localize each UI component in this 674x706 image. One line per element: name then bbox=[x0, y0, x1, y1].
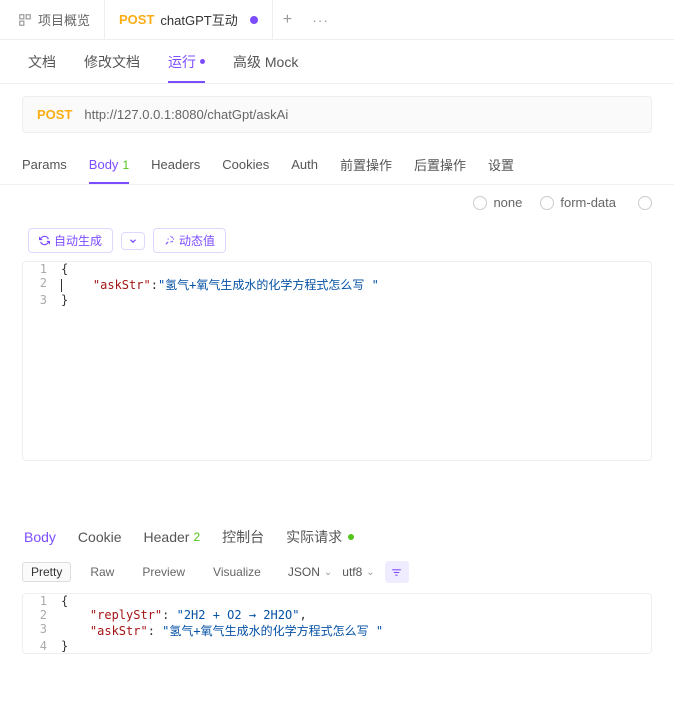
filter-icon bbox=[390, 566, 403, 579]
refresh-icon bbox=[39, 235, 50, 246]
tab-project-overview[interactable]: 项目概览 bbox=[4, 0, 104, 39]
top-tab-bar: 项目概览 POST chatGPT互动 + ··· bbox=[0, 0, 674, 40]
magic-icon bbox=[164, 235, 175, 246]
request-body-editor[interactable]: 1 { 2 "askStr":"氢气+氧气生成水的化学方程式怎么写 " 3 } bbox=[22, 261, 652, 461]
view-visualize-button[interactable]: Visualize bbox=[204, 562, 270, 582]
reqtab-headers[interactable]: Headers bbox=[151, 145, 200, 184]
filter-button[interactable] bbox=[385, 561, 409, 583]
resptab-body[interactable]: Body bbox=[24, 529, 56, 545]
subnav-mock[interactable]: 高级 Mock bbox=[233, 40, 298, 83]
format-select[interactable]: JSON ⌄ bbox=[288, 565, 332, 579]
more-tabs-button[interactable]: ··· bbox=[302, 12, 339, 28]
subnav-run[interactable]: 运行 bbox=[168, 40, 205, 83]
chevron-down-icon: ⌄ bbox=[366, 567, 374, 578]
reqtab-settings[interactable]: 设置 bbox=[488, 145, 514, 184]
radio-icon bbox=[540, 196, 554, 210]
chevron-down-icon: ⌄ bbox=[324, 567, 332, 578]
tab-api-name: chatGPT互动 bbox=[160, 10, 237, 29]
resptab-header[interactable]: Header 2 bbox=[144, 529, 201, 545]
view-preview-button[interactable]: Preview bbox=[133, 562, 194, 582]
response-tabs: Body Cookie Header 2 控制台 实际请求 bbox=[0, 519, 674, 555]
radio-icon bbox=[473, 196, 487, 210]
url-method: POST bbox=[37, 107, 72, 122]
url-bar[interactable]: POST http://127.0.0.1:8080/chatGpt/askAi bbox=[22, 96, 652, 133]
response-view-controls: Pretty Raw Preview Visualize JSON ⌄ utf8… bbox=[0, 555, 674, 589]
actual-status-dot-icon bbox=[348, 534, 354, 540]
resptab-cookie[interactable]: Cookie bbox=[78, 529, 122, 545]
reqtab-cookies[interactable]: Cookies bbox=[222, 145, 269, 184]
reqtab-auth[interactable]: Auth bbox=[291, 145, 318, 184]
resptab-console[interactable]: 控制台 bbox=[222, 527, 264, 547]
subnav-doc[interactable]: 文档 bbox=[28, 40, 56, 83]
add-tab-button[interactable]: + bbox=[273, 11, 302, 29]
request-tabs: Params Body 1 Headers Cookies Auth 前置操作 … bbox=[0, 145, 674, 185]
url-input[interactable]: http://127.0.0.1:8080/chatGpt/askAi bbox=[84, 107, 288, 122]
body-count-badge: 1 bbox=[122, 158, 129, 172]
resptab-actual-request[interactable]: 实际请求 bbox=[286, 527, 354, 547]
body-type-selector: none form-data bbox=[0, 185, 674, 220]
tab-api-active[interactable]: POST chatGPT互动 bbox=[104, 0, 273, 39]
dynamic-value-button[interactable]: 动态值 bbox=[153, 228, 226, 253]
radio-form-data[interactable]: form-data bbox=[540, 195, 616, 210]
chevron-down-icon bbox=[128, 236, 138, 246]
header-count-badge: 2 bbox=[193, 530, 200, 544]
response-body-viewer[interactable]: 1 { 2 "replyStr": "2H2 + O2 → 2H2O", 3 "… bbox=[22, 593, 652, 654]
document-sub-nav: 文档 修改文档 运行 高级 Mock bbox=[0, 40, 674, 84]
modified-indicator-icon bbox=[250, 16, 258, 24]
auto-generate-button[interactable]: 自动生成 bbox=[28, 228, 113, 253]
auto-generate-dropdown[interactable] bbox=[121, 232, 145, 250]
tab-overview-label: 项目概览 bbox=[38, 10, 90, 29]
reqtab-params[interactable]: Params bbox=[22, 145, 67, 184]
editor-toolbar: 自动生成 动态值 bbox=[0, 220, 674, 261]
reqtab-pre-action[interactable]: 前置操作 bbox=[340, 145, 392, 184]
reqtab-body[interactable]: Body 1 bbox=[89, 145, 129, 184]
radio-icon[interactable] bbox=[638, 196, 652, 210]
encoding-select[interactable]: utf8 ⌄ bbox=[342, 565, 374, 579]
overview-icon bbox=[18, 13, 32, 27]
tab-method-badge: POST bbox=[119, 12, 154, 27]
subnav-edit-doc[interactable]: 修改文档 bbox=[84, 40, 140, 83]
radio-none[interactable]: none bbox=[473, 195, 522, 210]
reqtab-post-action[interactable]: 后置操作 bbox=[414, 145, 466, 184]
view-pretty-button[interactable]: Pretty bbox=[22, 562, 71, 582]
run-modified-dot-icon bbox=[200, 59, 205, 64]
view-raw-button[interactable]: Raw bbox=[81, 562, 123, 582]
